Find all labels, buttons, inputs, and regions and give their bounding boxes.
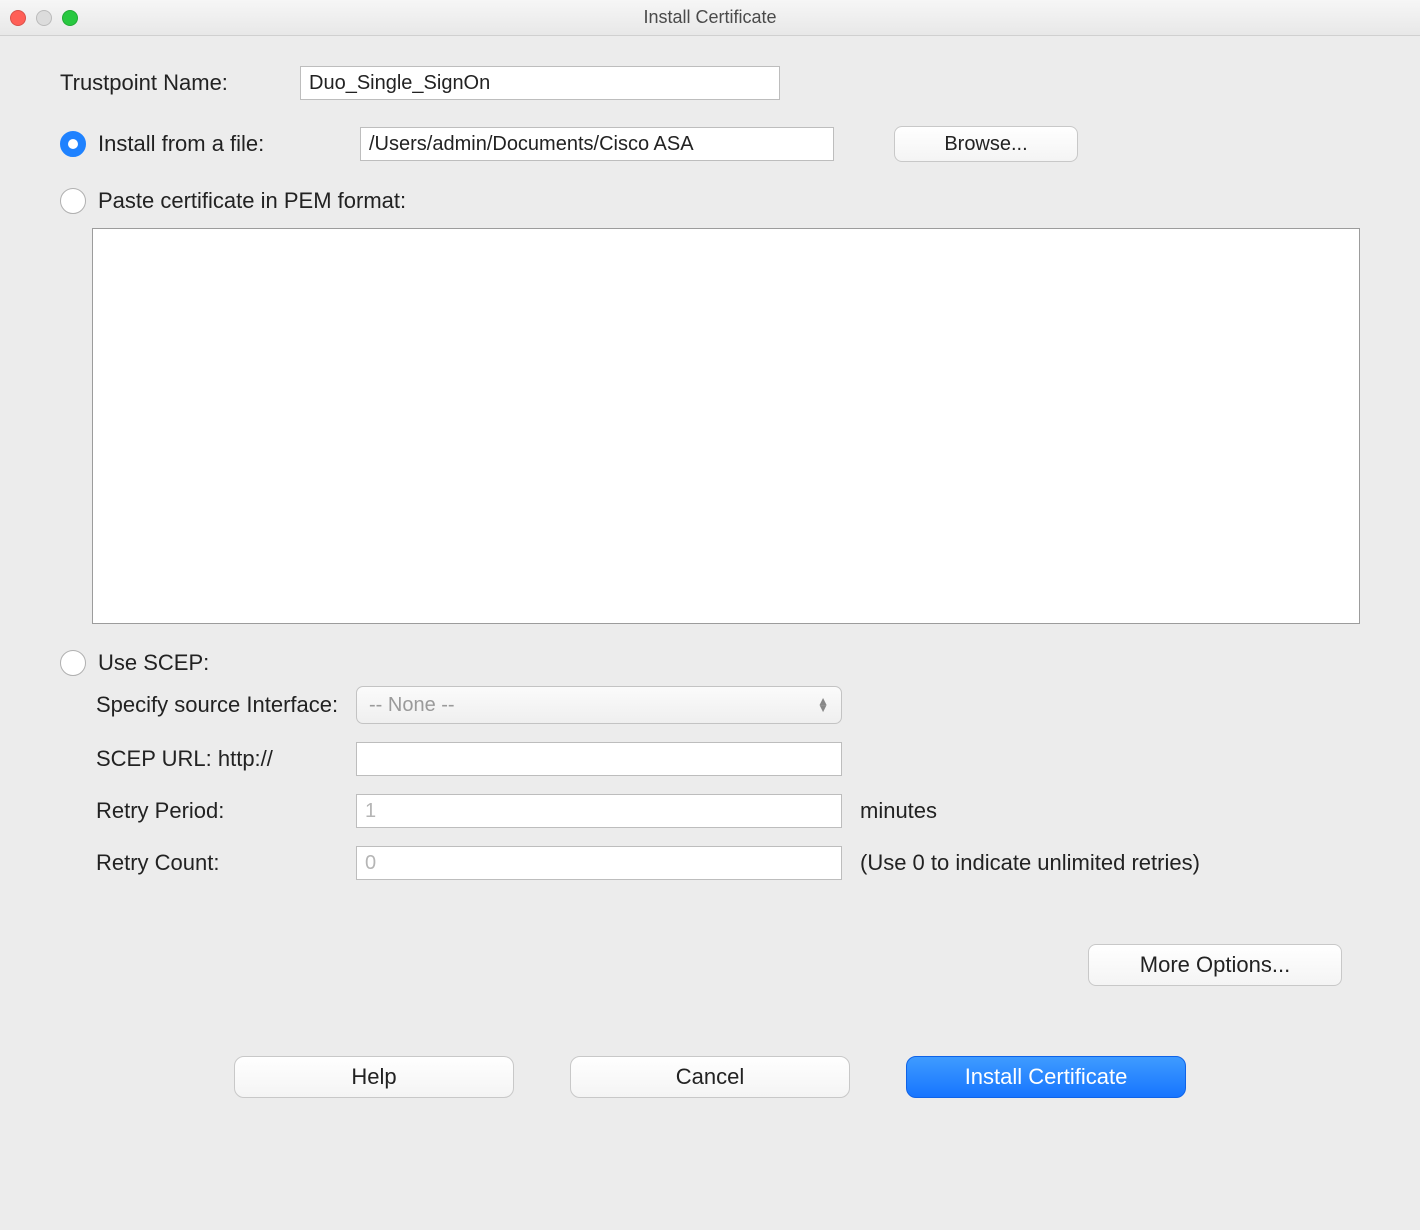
source-interface-value: -- None -- xyxy=(369,694,455,717)
paste-pem-option[interactable]: Paste certificate in PEM format: xyxy=(60,188,406,214)
chevron-up-down-icon: ▲▼ xyxy=(817,698,829,712)
install-from-file-label: Install from a file: xyxy=(98,131,264,157)
window-title: Install Certificate xyxy=(0,7,1420,28)
radio-selected-icon xyxy=(60,131,86,157)
titlebar: Install Certificate xyxy=(0,0,1420,36)
browse-button[interactable]: Browse... xyxy=(894,126,1078,162)
use-scep-label: Use SCEP: xyxy=(98,650,209,676)
retry-period-input[interactable] xyxy=(356,794,842,828)
paste-pem-label: Paste certificate in PEM format: xyxy=(98,188,406,214)
install-from-file-path-input[interactable] xyxy=(360,127,834,161)
source-interface-label: Specify source Interface: xyxy=(96,692,356,718)
radio-unselected-icon xyxy=(60,650,86,676)
install-certificate-button[interactable]: Install Certificate xyxy=(906,1056,1186,1098)
more-options-button[interactable]: More Options... xyxy=(1088,944,1342,986)
install-from-file-option[interactable]: Install from a file: xyxy=(60,131,360,157)
footer-buttons: Help Cancel Install Certificate xyxy=(60,1056,1360,1098)
radio-unselected-icon xyxy=(60,188,86,214)
cancel-button[interactable]: Cancel xyxy=(570,1056,850,1098)
scep-url-label: SCEP URL: http:// xyxy=(96,746,356,772)
retry-period-label: Retry Period: xyxy=(96,798,356,824)
use-scep-option[interactable]: Use SCEP: xyxy=(60,650,209,676)
retry-count-input[interactable] xyxy=(356,846,842,880)
retry-count-suffix: (Use 0 to indicate unlimited retries) xyxy=(860,850,1200,876)
scep-url-input[interactable] xyxy=(356,742,842,776)
retry-count-label: Retry Count: xyxy=(96,850,356,876)
trustpoint-name-input[interactable] xyxy=(300,66,780,100)
help-button[interactable]: Help xyxy=(234,1056,514,1098)
source-interface-select[interactable]: -- None -- ▲▼ xyxy=(356,686,842,724)
trustpoint-name-label: Trustpoint Name: xyxy=(60,70,300,96)
pem-textarea[interactable] xyxy=(92,228,1360,624)
retry-period-suffix: minutes xyxy=(860,798,937,824)
